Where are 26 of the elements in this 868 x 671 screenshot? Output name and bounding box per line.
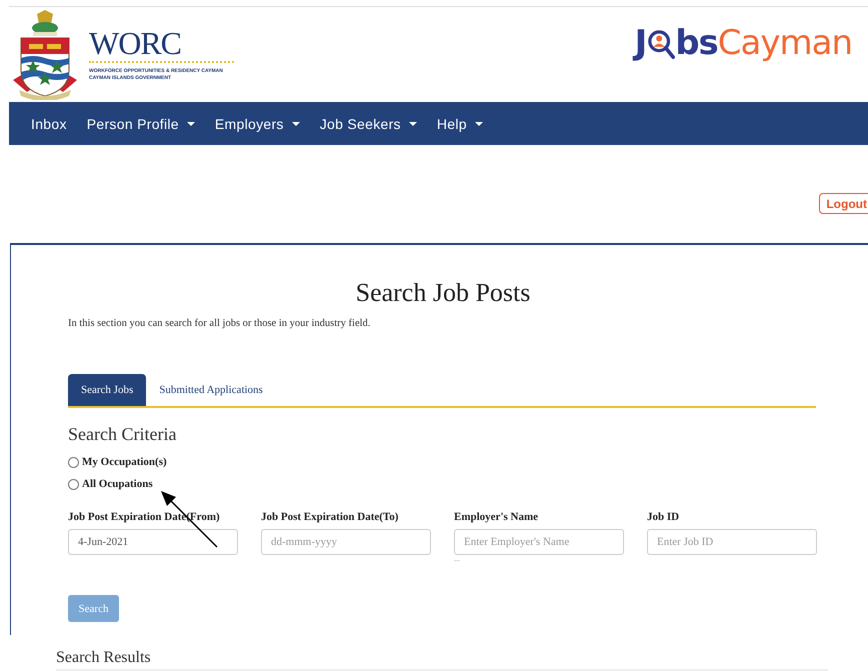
nav-link[interactable]: Job Seekers	[310, 116, 427, 132]
field-label: Job Post Expiration Date(To)	[261, 511, 398, 525]
input-field[interactable]: Enter Job ID	[647, 529, 817, 555]
input-field[interactable]: dd-mmm-yyyy	[261, 529, 431, 555]
radio-button[interactable]	[68, 478, 79, 490]
section-heading: Search Results	[56, 648, 151, 668]
field-label: Job ID	[647, 511, 680, 525]
section-heading: Search Criteria	[68, 424, 178, 445]
radio-label: All Ocupations	[82, 478, 153, 490]
logout-button[interactable]: Logout	[819, 193, 868, 214]
input-field[interactable]: Enter Employer's Name	[454, 529, 624, 555]
nav-link[interactable]: Inbox	[21, 116, 77, 132]
tab[interactable]: Submitted Applications	[146, 374, 276, 406]
radio-button[interactable]	[68, 456, 79, 468]
logo-text: WORC	[89, 27, 182, 59]
field-hint: ...	[454, 555, 460, 563]
field-label: Employer's Name	[454, 511, 538, 525]
tab[interactable]: Search Jobs	[68, 374, 146, 406]
nav-link[interactable]: Employers	[204, 116, 310, 132]
input-field[interactable]: 4-Jun-2021	[68, 529, 238, 555]
nav-link[interactable]: Help	[426, 116, 493, 132]
jobs-logo: J bsCayman	[634, 22, 852, 62]
page-description: In this section you can search for all jobs or those in your industry field.	[68, 318, 372, 329]
page-title: Search Job Posts	[354, 278, 532, 308]
radio-label: My Occupation(s)	[82, 456, 167, 468]
nav-link[interactable]: Person Profile	[76, 116, 205, 132]
